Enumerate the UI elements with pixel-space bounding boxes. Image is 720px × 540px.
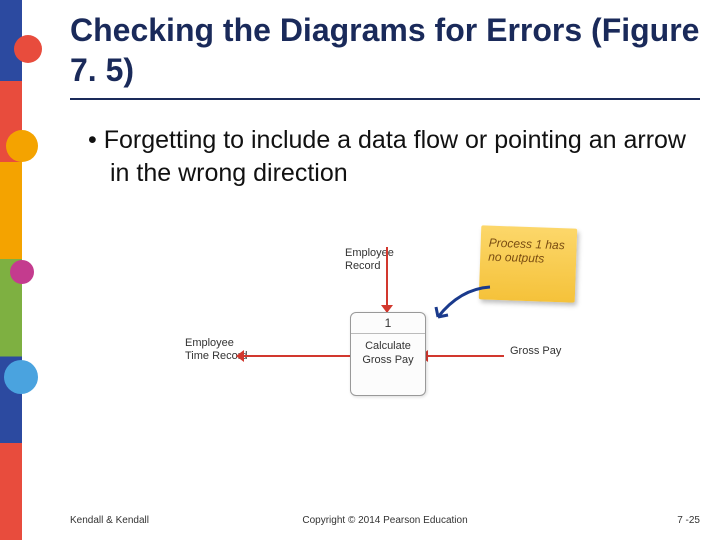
flow-arrow-top — [386, 247, 388, 312]
process-name: Calculate Gross Pay — [351, 334, 425, 374]
page-title: Checking the Diagrams for Errors (Figure… — [70, 10, 700, 100]
decorative-dot — [4, 360, 38, 394]
decorative-dot — [6, 130, 38, 162]
callout-arrow-icon — [430, 279, 500, 319]
sticky-note-text: Process 1 has no outputs — [488, 236, 565, 266]
bullet-point: Forgetting to include a data flow or poi… — [70, 124, 700, 189]
footer-center: Copyright © 2014 Pearson Education — [70, 515, 700, 526]
slide-footer: Kendall & Kendall Copyright © 2014 Pears… — [70, 515, 700, 526]
flow-arrow-left — [242, 355, 350, 357]
flow-label-right: Gross Pay — [510, 345, 570, 358]
slide-content: Checking the Diagrams for Errors (Figure… — [70, 10, 700, 522]
arrowhead-left-icon — [236, 350, 244, 362]
decorative-dot — [14, 35, 42, 63]
process-number: 1 — [351, 313, 425, 334]
flow-label-left: Employee Time Record — [185, 337, 255, 363]
flow-arrow-right — [426, 355, 504, 357]
flow-label-top: Employee Record — [345, 247, 415, 273]
process-box: 1 Calculate Gross Pay — [350, 312, 426, 396]
decorative-dot — [10, 260, 34, 284]
dfd-error-diagram: Employee Record Employee Time Record Gro… — [180, 217, 590, 427]
